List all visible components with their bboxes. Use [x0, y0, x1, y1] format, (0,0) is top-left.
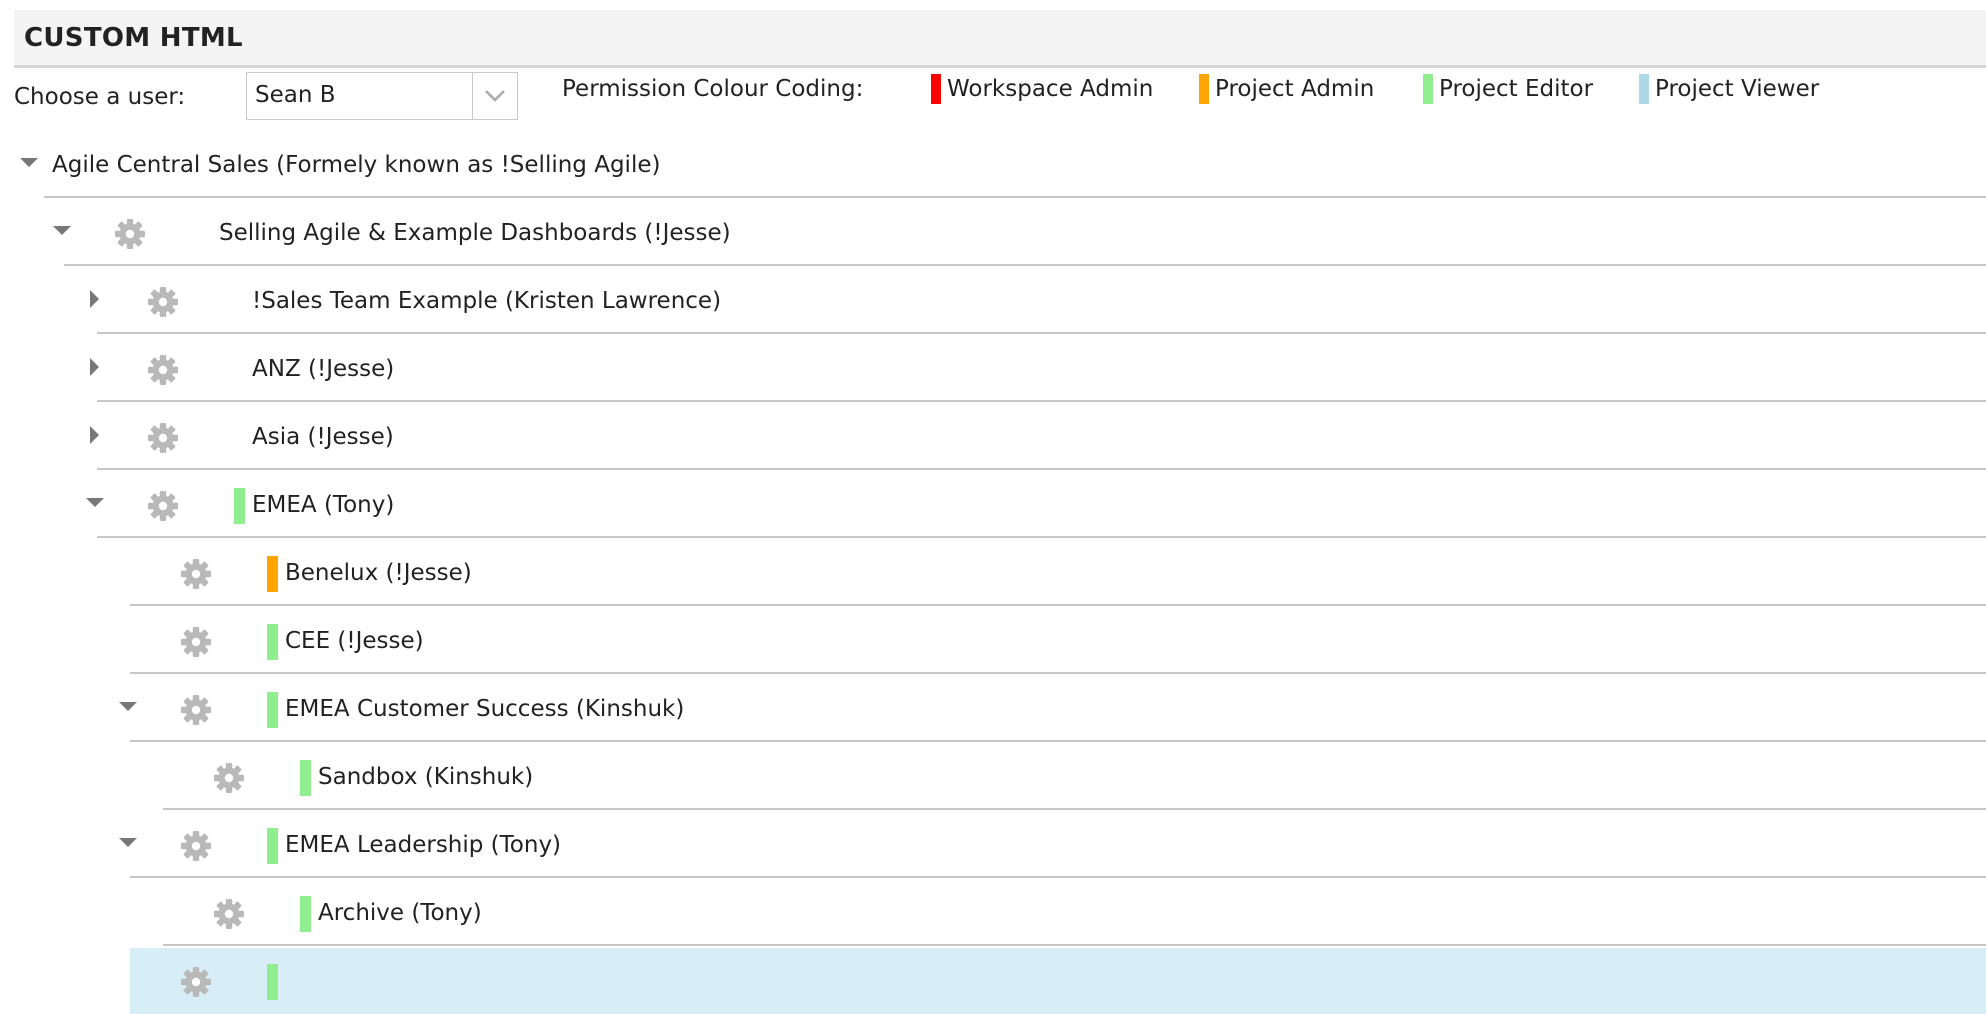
gear-icon[interactable]	[146, 489, 180, 523]
tree-row[interactable]: Selling Agile & Example Dashboards (!Jes…	[53, 200, 1986, 266]
tree-row[interactable]: CEE (!Jesse)	[130, 608, 1986, 674]
gear-icon[interactable]	[179, 625, 213, 659]
tree-row-label: Sandbox (Kinshuk)	[318, 764, 534, 790]
collapse-toggle-icon[interactable]	[117, 696, 139, 718]
tree-row[interactable]: EMEA (Tony)	[86, 472, 1986, 538]
choose-user-label: Choose a user:	[14, 84, 186, 110]
collapse-toggle-icon[interactable]	[18, 152, 40, 174]
legend-text: Project Editor	[1439, 76, 1594, 102]
panel-title: CUSTOM HTML	[24, 23, 243, 53]
tree-row[interactable]: Agile Central Sales (Formely known as !S…	[20, 132, 1986, 198]
tree-row-label: EMEA (Tony)	[252, 492, 395, 518]
tree-row[interactable]: !Sales Team Example (Kristen Lawrence)	[90, 268, 1986, 334]
tree-row-label: !Sales Team Example (Kristen Lawrence)	[252, 288, 722, 314]
tree-row-label: Selling Agile & Example Dashboards (!Jes…	[219, 220, 731, 246]
expand-toggle-icon[interactable]	[84, 356, 106, 378]
legend-text: Workspace Admin	[947, 76, 1154, 102]
permission-bar	[267, 692, 278, 728]
panel-header: CUSTOM HTML	[14, 10, 1986, 68]
user-select[interactable]: Sean B	[246, 72, 518, 120]
tree-row-label: Archive (Tony)	[318, 900, 482, 926]
permission-bar	[267, 828, 278, 864]
tree-row[interactable]: Sandbox (Kinshuk)	[163, 744, 1986, 810]
gear-icon[interactable]	[179, 829, 213, 863]
user-select-value: Sean B	[255, 82, 336, 108]
tree-row-label: EMEA Customer Success (Kinshuk)	[285, 696, 685, 722]
expand-toggle-icon[interactable]	[84, 424, 106, 446]
permission-bar	[267, 556, 278, 592]
gear-icon[interactable]	[146, 285, 180, 319]
expand-toggle-icon[interactable]	[84, 288, 106, 310]
tree-row[interactable]: Benelux (!Jesse)	[130, 540, 1986, 606]
permission-bar	[300, 896, 311, 932]
tree-row-label: EMEA Leadership (Tony)	[285, 832, 562, 858]
legend-text: Project Viewer	[1655, 76, 1820, 102]
tree-row[interactable]: EMEA Leadership (Tony)	[119, 812, 1986, 878]
legend-swatch	[1639, 74, 1649, 104]
tree-row-label: Benelux (!Jesse)	[285, 560, 472, 586]
permission-bar	[234, 488, 245, 524]
chevron-down-icon[interactable]	[472, 73, 517, 119]
tree-row-label: ANZ (!Jesse)	[252, 356, 395, 382]
gear-icon[interactable]	[179, 693, 213, 727]
tree-row[interactable]: EMEA Customer Success (Kinshuk)	[119, 676, 1986, 742]
gear-icon[interactable]	[179, 557, 213, 591]
tree-row-label: Agile Central Sales (Formely known as !S…	[52, 152, 661, 178]
gear-icon[interactable]	[146, 421, 180, 455]
legend-label: Permission Colour Coding:	[562, 76, 864, 102]
tree-row-label: CEE (!Jesse)	[285, 628, 424, 654]
legend-swatch	[1423, 74, 1433, 104]
collapse-toggle-icon[interactable]	[51, 220, 73, 242]
gear-icon[interactable]	[146, 353, 180, 387]
tree-row[interactable]	[130, 948, 1986, 1014]
legend-swatch	[1199, 74, 1209, 104]
legend-text: Project Admin	[1215, 76, 1375, 102]
tree-row-label: Asia (!Jesse)	[252, 424, 394, 450]
tree-row[interactable]: ANZ (!Jesse)	[90, 336, 1986, 402]
tree-row[interactable]: Archive (Tony)	[163, 880, 1986, 946]
collapse-toggle-icon[interactable]	[117, 832, 139, 854]
gear-icon[interactable]	[212, 761, 246, 795]
gear-icon[interactable]	[179, 965, 213, 999]
permission-bar	[267, 964, 278, 1000]
permission-bar	[300, 760, 311, 796]
collapse-toggle-icon[interactable]	[84, 492, 106, 514]
legend-swatch	[931, 74, 941, 104]
permission-bar	[267, 624, 278, 660]
tree-row[interactable]: Asia (!Jesse)	[90, 404, 1986, 470]
gear-icon[interactable]	[113, 217, 147, 251]
gear-icon[interactable]	[212, 897, 246, 931]
